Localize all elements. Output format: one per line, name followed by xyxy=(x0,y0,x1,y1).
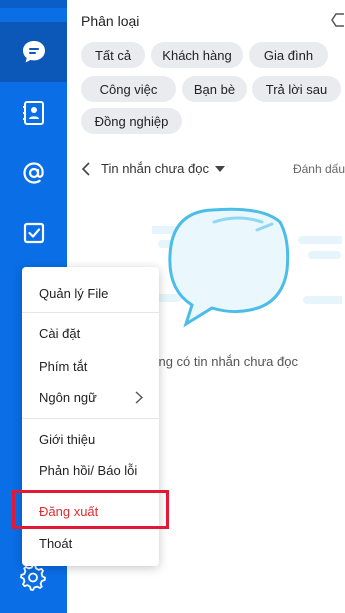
menu-settings[interactable]: Cài đặt xyxy=(22,318,159,348)
menu-item-label: Phản hồi/ Báo lỗi xyxy=(39,462,138,478)
menu-divider xyxy=(22,312,159,313)
menu-item-label: Ngôn ngữ xyxy=(39,389,97,405)
chip-customers[interactable]: Khách hàng xyxy=(151,42,243,68)
menu-language[interactable]: Ngôn ngữ xyxy=(22,382,159,412)
caret-down-icon[interactable] xyxy=(215,166,225,173)
menu-item-label: Phím tắt xyxy=(39,358,88,374)
tag-icon[interactable] xyxy=(331,12,345,28)
chat-icon xyxy=(22,41,45,63)
todo-check-icon xyxy=(23,222,44,244)
nav-chat[interactable] xyxy=(0,22,67,82)
speech-bubble-illustration xyxy=(152,207,342,328)
mark-read-link[interactable]: Đánh dấu xyxy=(293,162,345,176)
menu-exit[interactable]: Thoát xyxy=(22,528,159,558)
settings-button[interactable] xyxy=(20,563,46,596)
menu-item-label: Giới thiệu xyxy=(39,431,96,447)
menu-file-manager[interactable]: Quản lý File xyxy=(22,278,159,308)
chip-all[interactable]: Tất cả xyxy=(81,42,145,68)
menu-item-label: Thoát xyxy=(39,535,73,551)
chevron-right-icon xyxy=(135,391,143,404)
logout-highlight-box xyxy=(12,490,169,529)
rail-top-strip xyxy=(0,0,67,8)
filter-row: Tin nhắn chưa đọc Đánh dấu xyxy=(67,158,345,182)
unread-filter-label[interactable]: Tin nhắn chưa đọc xyxy=(101,161,209,176)
menu-divider xyxy=(22,418,159,419)
chevron-left-icon[interactable] xyxy=(82,162,90,176)
menu-item-label: Cài đặt xyxy=(39,325,81,341)
chip-family[interactable]: Gia đình xyxy=(249,42,328,68)
menu-item-label: Quản lý File xyxy=(39,285,109,301)
gear-icon xyxy=(20,564,46,591)
empty-state-text: hông có tin nhắn chưa đọc xyxy=(144,354,298,369)
chip-reply-later[interactable]: Trả lời sau xyxy=(252,76,341,102)
contacts-icon xyxy=(22,101,44,125)
nav-mentions[interactable] xyxy=(0,143,67,203)
nav-contacts[interactable] xyxy=(0,83,67,143)
at-mention-icon xyxy=(22,162,44,184)
menu-about[interactable]: Giới thiệu xyxy=(22,424,159,454)
nav-todo[interactable] xyxy=(0,203,67,263)
chip-colleagues[interactable]: Đồng nghiệp xyxy=(81,108,182,134)
classification-title: Phân loại xyxy=(81,13,140,29)
menu-feedback[interactable]: Phản hồi/ Báo lỗi xyxy=(22,455,159,485)
menu-shortcuts[interactable]: Phím tắt xyxy=(22,351,159,381)
chip-friends[interactable]: Bạn bè xyxy=(182,76,247,102)
chip-work[interactable]: Công việc xyxy=(81,76,176,102)
